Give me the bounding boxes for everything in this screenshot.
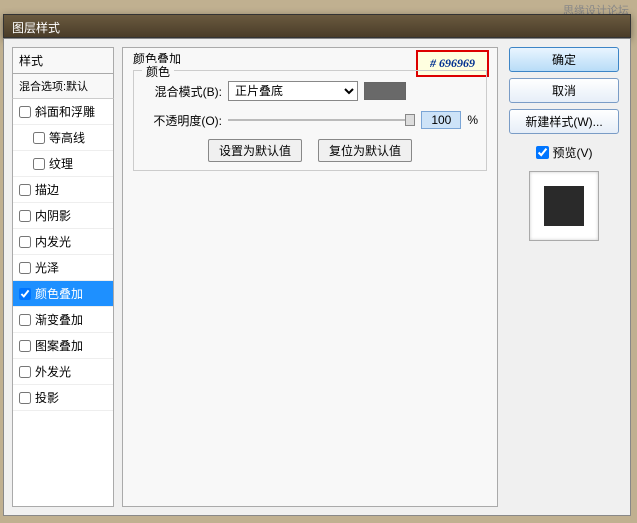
blend-mode-label: 混合模式(B): <box>142 83 222 100</box>
color-swatch[interactable] <box>364 82 406 100</box>
group-legend: 颜色 <box>142 63 174 80</box>
style-item-3[interactable]: 描边 <box>13 177 113 203</box>
style-item-8[interactable]: 渐变叠加 <box>13 307 113 333</box>
opacity-input[interactable] <box>421 111 461 129</box>
style-checkbox-6[interactable] <box>19 262 31 274</box>
style-item-11[interactable]: 投影 <box>13 385 113 411</box>
default-buttons-row: 设置为默认值 复位为默认值 <box>142 139 478 162</box>
new-style-button[interactable]: 新建样式(W)... <box>509 109 619 134</box>
style-checkbox-8[interactable] <box>19 314 31 326</box>
style-checkbox-9[interactable] <box>19 340 31 352</box>
style-label-11: 投影 <box>35 389 59 406</box>
style-item-1[interactable]: 等高线 <box>13 125 113 151</box>
style-checkbox-1[interactable] <box>33 132 45 144</box>
style-label-6: 光泽 <box>35 259 59 276</box>
opacity-slider[interactable] <box>228 113 415 127</box>
cancel-button[interactable]: 取消 <box>509 78 619 103</box>
layer-style-dialog: 样式 混合选项:默认 斜面和浮雕等高线纹理描边内阴影内发光光泽颜色叠加渐变叠加图… <box>3 38 631 516</box>
preview-swatch <box>544 186 584 226</box>
reset-default-button[interactable]: 复位为默认值 <box>318 139 412 162</box>
style-list: 斜面和浮雕等高线纹理描边内阴影内发光光泽颜色叠加渐变叠加图案叠加外发光投影 <box>12 99 114 507</box>
style-item-4[interactable]: 内阴影 <box>13 203 113 229</box>
style-label-8: 渐变叠加 <box>35 311 83 328</box>
blend-options-default[interactable]: 混合选项:默认 <box>12 73 114 99</box>
style-checkbox-4[interactable] <box>19 210 31 222</box>
style-checkbox-2[interactable] <box>33 158 45 170</box>
style-item-7[interactable]: 颜色叠加 <box>13 281 113 307</box>
styles-header[interactable]: 样式 <box>12 47 114 73</box>
style-checkbox-7[interactable] <box>19 288 31 300</box>
style-label-0: 斜面和浮雕 <box>35 103 95 120</box>
style-label-4: 内阴影 <box>35 207 71 224</box>
preview-toggle-row: 预览(V) <box>536 144 593 161</box>
styles-panel: 样式 混合选项:默认 斜面和浮雕等高线纹理描边内阴影内发光光泽颜色叠加渐变叠加图… <box>12 47 114 507</box>
preview-box <box>529 171 599 241</box>
style-label-10: 外发光 <box>35 363 71 380</box>
style-label-5: 内发光 <box>35 233 71 250</box>
style-checkbox-11[interactable] <box>19 392 31 404</box>
style-item-6[interactable]: 光泽 <box>13 255 113 281</box>
style-label-7: 颜色叠加 <box>35 285 83 302</box>
ok-button[interactable]: 确定 <box>509 47 619 72</box>
blend-mode-select[interactable]: 正片叠底 <box>228 81 358 101</box>
opacity-unit: % <box>467 113 478 127</box>
right-panel: 确定 取消 新建样式(W)... 预览(V) <box>506 47 622 507</box>
style-label-9: 图案叠加 <box>35 337 83 354</box>
color-group: 颜色 混合模式(B): 正片叠底 不透明度(O): % 设置为默认值 复位为默 <box>133 70 487 171</box>
center-panel: 颜色叠加 # 696969 颜色 混合模式(B): 正片叠底 不透明度(O): … <box>122 47 498 507</box>
style-label-1: 等高线 <box>49 129 85 146</box>
style-item-0[interactable]: 斜面和浮雕 <box>13 99 113 125</box>
opacity-label: 不透明度(O): <box>142 112 222 129</box>
style-checkbox-5[interactable] <box>19 236 31 248</box>
dialog-title-bar: 图层样式 <box>3 14 631 38</box>
style-label-3: 描边 <box>35 181 59 198</box>
style-item-2[interactable]: 纹理 <box>13 151 113 177</box>
preview-label: 预览(V) <box>553 144 593 161</box>
style-label-2: 纹理 <box>49 155 73 172</box>
set-default-button[interactable]: 设置为默认值 <box>208 139 302 162</box>
slider-thumb-icon[interactable] <box>405 114 415 126</box>
preview-checkbox[interactable] <box>536 146 549 159</box>
dialog-title: 图层样式 <box>12 21 60 35</box>
style-checkbox-10[interactable] <box>19 366 31 378</box>
style-checkbox-3[interactable] <box>19 184 31 196</box>
style-checkbox-0[interactable] <box>19 106 31 118</box>
opacity-row: 不透明度(O): % <box>142 111 478 129</box>
style-item-9[interactable]: 图案叠加 <box>13 333 113 359</box>
style-item-10[interactable]: 外发光 <box>13 359 113 385</box>
style-item-5[interactable]: 内发光 <box>13 229 113 255</box>
blend-mode-row: 混合模式(B): 正片叠底 <box>142 81 478 101</box>
